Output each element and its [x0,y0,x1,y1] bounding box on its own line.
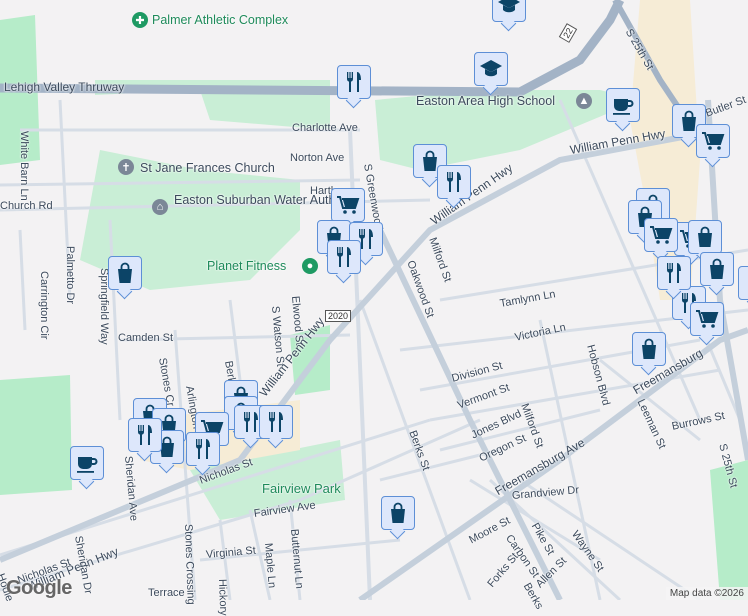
road-label: Camden St [118,332,174,344]
map-marker-restaurant[interactable] [437,165,471,199]
road-label: Carrington Cir [38,271,50,340]
poi-fairview-park[interactable]: Fairview Park [262,481,341,496]
restaurant-icon [191,437,215,461]
road-label: Terrace [148,587,185,599]
shopping-bag-icon [693,225,717,249]
shopping-bag-icon [637,337,661,361]
road-label: Norton Ave [290,152,345,164]
grocery-cart-icon [649,223,673,247]
school-icon: ▲ [576,93,592,109]
school-icon [497,0,521,17]
cafe-icon [611,93,635,117]
building-icon: ⌂ [152,199,168,215]
map-marker-grocery[interactable] [644,218,678,252]
grocery-cart-icon [336,193,360,217]
shopping-bag-icon [743,271,748,295]
road-label: Charlotte Ave [292,122,358,134]
map-marker-shopping[interactable] [738,266,748,300]
map-marker-grocery[interactable] [696,124,730,158]
fitness-icon: ● [302,258,318,274]
shopping-bag-icon [705,257,729,281]
road-label: Palmetto Dr [64,246,76,305]
church-icon: ✝ [118,159,134,175]
map-marker-shopping[interactable] [688,220,722,254]
grocery-cart-icon [695,307,719,331]
road-label: Church Rd [0,200,53,212]
map-marker-school[interactable] [492,0,526,22]
poi-palmer-athletic-complex[interactable]: Palmer Athletic Complex [152,13,288,27]
google-logo: Google [6,577,72,599]
map-marker-shopping[interactable] [108,256,142,290]
restaurant-icon [133,423,157,447]
road-label: Lehigh Valley Thruway [4,80,125,94]
shopping-bag-icon [386,501,410,525]
map-marker-cafe[interactable] [606,88,640,122]
restaurant-icon [332,245,356,269]
poi-st-jane-frances-church[interactable]: St Jane Frances Church [140,161,275,175]
road-label: Hickory [216,578,230,616]
map-marker-cafe[interactable] [70,446,104,480]
map-marker-grocery[interactable] [690,302,724,336]
poi-planet-fitness[interactable]: Planet Fitness [207,259,286,273]
shopping-bag-icon [113,261,137,285]
restaurant-icon [264,410,288,434]
school-icon [479,57,503,81]
cafe-icon [75,451,99,475]
park-icon: ✚ [132,12,148,28]
road-label: White Barn Ln [18,131,30,201]
map-marker-school[interactable] [474,52,508,86]
map-marker-restaurant[interactable] [186,432,220,466]
map-marker-restaurant[interactable] [327,240,361,274]
map-marker-restaurant[interactable] [657,256,691,290]
restaurant-icon [342,70,366,94]
map-marker-restaurant[interactable] [259,405,293,439]
restaurant-icon [442,170,466,194]
map-marker-shopping[interactable] [700,252,734,286]
grocery-cart-icon [701,129,725,153]
map-marker-shopping[interactable] [632,332,666,366]
map-marker-shopping[interactable] [381,496,415,530]
poi-easton-area-high-school[interactable]: Easton Area High School [416,94,555,108]
map-marker-restaurant[interactable] [128,418,162,452]
map-attribution[interactable]: Map data ©2026 [665,587,748,600]
restaurant-icon [662,261,686,285]
map-marker-restaurant[interactable] [337,65,371,99]
route-shield-2020: 2020 [325,310,352,322]
map-marker-grocery[interactable] [331,188,365,222]
